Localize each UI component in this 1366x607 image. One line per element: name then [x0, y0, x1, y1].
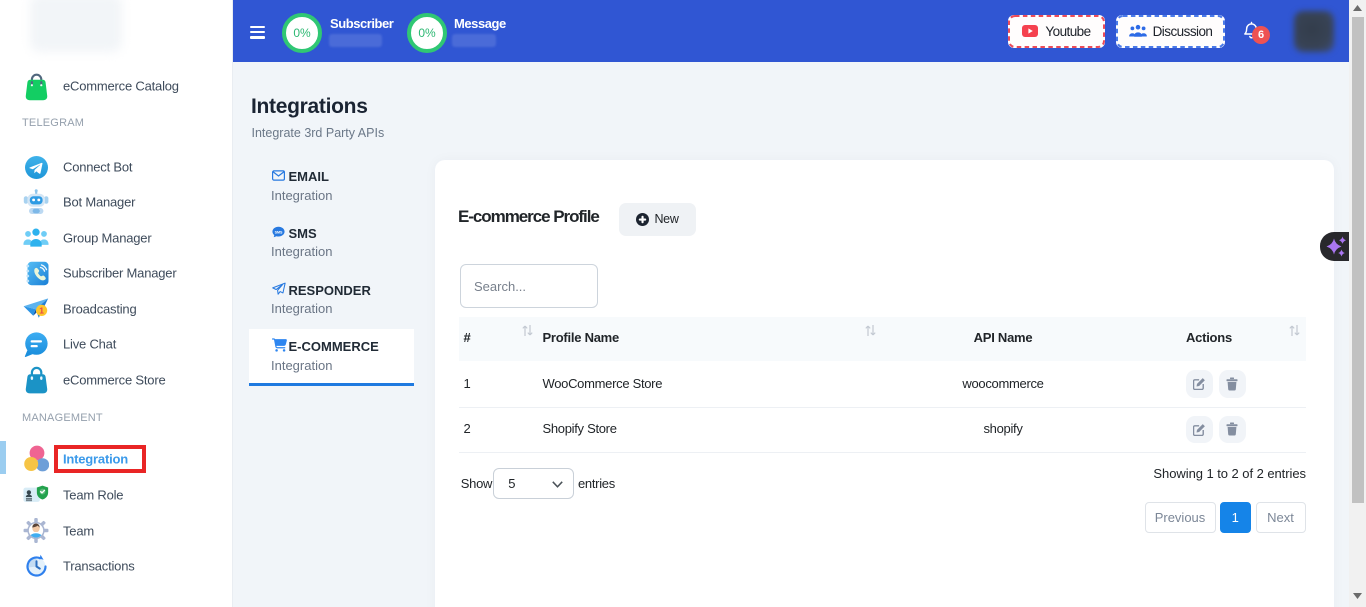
- svg-text:SMS: SMS: [274, 230, 282, 234]
- svg-text:1: 1: [39, 306, 44, 316]
